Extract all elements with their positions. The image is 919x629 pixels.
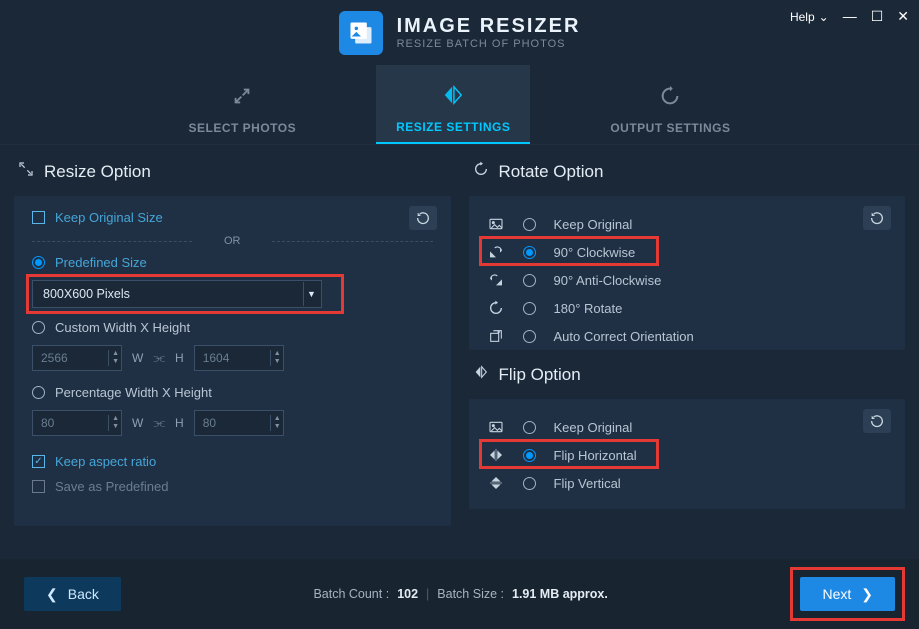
panel-title: Rotate Option (499, 162, 604, 182)
h-label: H (175, 351, 184, 365)
input-value: 80 (41, 416, 54, 430)
rotate-acw-icon (487, 272, 505, 288)
tab-label: RESIZE SETTINGS (396, 120, 510, 134)
auto-orient-icon (487, 328, 505, 344)
option-label: Auto Correct Orientation (554, 329, 694, 344)
input-value: 80 (203, 416, 216, 430)
flip-icon (473, 364, 489, 385)
image-icon (487, 419, 505, 435)
footer: ❮ Back Batch Count : 102 | Batch Size : … (0, 559, 919, 629)
chevron-down-icon: ▼ (303, 282, 319, 306)
chevron-right-icon: ❯ (861, 586, 873, 603)
panel-title: Flip Option (499, 365, 581, 385)
app-subtitle: RESIZE BATCH OF PHOTOS (397, 38, 581, 50)
rotate-icon (659, 85, 681, 113)
flip-keep-original[interactable]: Keep Original (487, 413, 888, 441)
tabs-bar: SELECT PHOTOS RESIZE SETTINGS OUTPUT SET… (0, 65, 919, 145)
expand-corners-icon (18, 161, 34, 182)
flip-horizontal-icon (487, 447, 505, 463)
option-label: Keep Original (554, 420, 633, 435)
titlebar: IMAGE RESIZER RESIZE BATCH OF PHOTOS Hel… (0, 0, 919, 65)
w-label: W (132, 351, 143, 365)
percent-wh-radio[interactable]: Percentage Width X Height (32, 385, 433, 400)
or-divider: OR (32, 235, 433, 247)
link-icon: ⫘ (153, 350, 165, 366)
rotate-180[interactable]: 180° Rotate (487, 294, 888, 322)
rotate-90-cw[interactable]: 90° Clockwise (487, 238, 888, 266)
close-button[interactable]: ✕ (897, 8, 909, 25)
flip-horizontal[interactable]: Flip Horizontal (487, 441, 888, 469)
expand-icon (231, 85, 253, 113)
checkbox-label: Keep aspect ratio (55, 454, 156, 469)
chevron-left-icon: ❮ (46, 586, 58, 603)
option-label: 180° Rotate (554, 301, 623, 316)
batch-count-value: 102 (397, 587, 418, 601)
flip-vertical[interactable]: Flip Vertical (487, 469, 888, 497)
custom-width-input[interactable]: 2566 ▲▼ (32, 345, 122, 371)
reset-resize-button[interactable] (409, 206, 437, 230)
w-label: W (132, 416, 143, 430)
radio-label: Custom Width X Height (55, 320, 190, 335)
batch-size-value: 1.91 MB approx. (512, 587, 608, 601)
flip-vertical-icon (487, 475, 505, 491)
save-as-predefined-checkbox[interactable]: Save as Predefined (32, 479, 433, 494)
batch-info: Batch Count : 102 | Batch Size : 1.91 MB… (313, 587, 607, 601)
resize-panel: Resize Option Keep Original Size OR Pred… (14, 161, 451, 555)
input-value: 2566 (41, 351, 68, 365)
minimize-button[interactable]: — (843, 8, 857, 25)
button-label: Back (68, 586, 99, 602)
option-label: Flip Vertical (554, 476, 621, 491)
reset-flip-button[interactable] (863, 409, 891, 433)
option-label: Keep Original (554, 217, 633, 232)
h-label: H (175, 416, 184, 430)
help-label: Help (790, 10, 815, 24)
chevron-down-icon: ⌄ (819, 10, 829, 24)
help-dropdown[interactable]: Help ⌄ (790, 10, 829, 24)
button-label: Next (822, 586, 851, 602)
tab-output-settings[interactable]: OUTPUT SETTINGS (590, 65, 750, 144)
rotate-icon (473, 161, 489, 182)
app-logo-icon (339, 11, 383, 55)
flip-icon (442, 84, 464, 112)
custom-height-input[interactable]: 1604 ▲▼ (194, 345, 284, 371)
tab-select-photos[interactable]: SELECT PHOTOS (169, 65, 317, 144)
tab-label: OUTPUT SETTINGS (610, 121, 730, 135)
option-label: 90° Anti-Clockwise (554, 273, 662, 288)
custom-wh-radio[interactable]: Custom Width X Height (32, 320, 433, 335)
radio-label: Predefined Size (55, 255, 147, 270)
predefined-size-dropdown[interactable]: 800X600 Pixels ▼ (32, 280, 322, 308)
checkbox-label: Save as Predefined (55, 479, 168, 494)
percent-width-input[interactable]: 80 ▲▼ (32, 410, 122, 436)
percent-height-input[interactable]: 80 ▲▼ (194, 410, 284, 436)
next-button[interactable]: Next ❯ (800, 577, 895, 611)
maximize-button[interactable]: ☐ (871, 8, 884, 25)
option-label: Flip Horizontal (554, 448, 637, 463)
rotate-180-icon (487, 300, 505, 316)
image-icon (487, 216, 505, 232)
predefined-size-radio[interactable]: Predefined Size (32, 255, 433, 270)
link-icon: ⫘ (153, 415, 165, 431)
app-title: IMAGE RESIZER (397, 15, 581, 38)
tab-label: SELECT PHOTOS (189, 121, 297, 135)
rotate-cw-icon (487, 244, 505, 260)
option-label: 90° Clockwise (554, 245, 636, 260)
right-column: Rotate Option Keep Original 90° Clo (469, 161, 906, 555)
reset-rotate-button[interactable] (863, 206, 891, 230)
rotate-keep-original[interactable]: Keep Original (487, 210, 888, 238)
panel-title: Resize Option (44, 162, 151, 182)
input-value: 1604 (203, 351, 230, 365)
radio-label: Percentage Width X Height (55, 385, 212, 400)
batch-count-label: Batch Count : (313, 587, 389, 601)
tab-resize-settings[interactable]: RESIZE SETTINGS (376, 65, 530, 144)
keep-aspect-checkbox[interactable]: ✓ Keep aspect ratio (32, 454, 433, 469)
batch-size-label: Batch Size : (437, 587, 504, 601)
rotate-90-acw[interactable]: 90° Anti-Clockwise (487, 266, 888, 294)
back-button[interactable]: ❮ Back (24, 577, 121, 611)
dropdown-value: 800X600 Pixels (43, 287, 130, 301)
checkbox-label: Keep Original Size (55, 210, 163, 225)
rotate-auto-correct[interactable]: Auto Correct Orientation (487, 322, 888, 350)
keep-original-size-checkbox[interactable]: Keep Original Size (32, 210, 433, 225)
